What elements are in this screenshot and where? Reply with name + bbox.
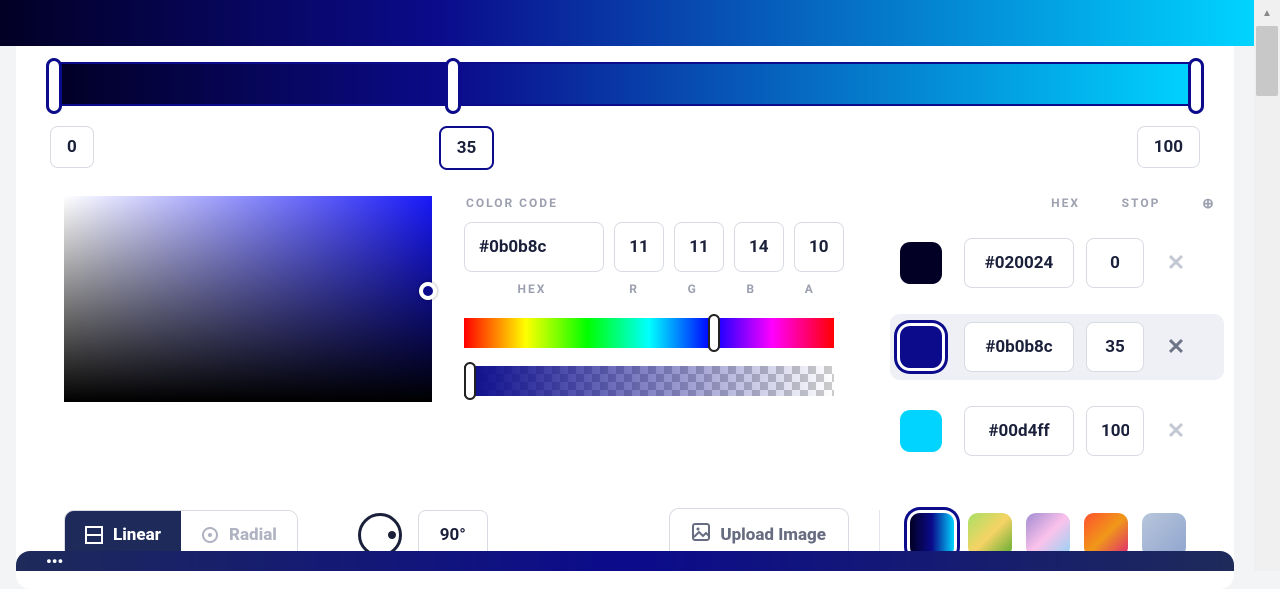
radial-label: Radial xyxy=(229,525,277,545)
alpha-overlay xyxy=(464,366,834,396)
vertical-scrollbar[interactable]: ▲ xyxy=(1254,0,1280,571)
stop-pos-input-1[interactable] xyxy=(1086,322,1144,372)
stop-swatch-2[interactable] xyxy=(900,410,942,452)
image-icon xyxy=(692,523,710,546)
stops-hex-header: HEX xyxy=(950,196,1080,212)
gradient-track[interactable] xyxy=(50,62,1200,106)
delete-stop-icon-0[interactable]: ✕ xyxy=(1164,251,1188,276)
stop-pos-input-2[interactable] xyxy=(1086,406,1144,456)
gradient-preview-banner xyxy=(0,0,1254,46)
delete-stop-icon-2[interactable]: ✕ xyxy=(1164,419,1188,444)
preset-1[interactable] xyxy=(968,513,1012,557)
preset-4[interactable] xyxy=(1142,513,1186,557)
preset-2[interactable] xyxy=(1026,513,1070,557)
footer-bar: ••• xyxy=(16,551,1234,571)
gradient-stop-handle-1[interactable] xyxy=(445,58,461,114)
color-code-label: COLOR CODE xyxy=(466,196,558,210)
stop-row-0: ✕ xyxy=(890,230,1224,296)
preset-3[interactable] xyxy=(1084,513,1128,557)
r-input[interactable] xyxy=(614,222,664,272)
stop-swatch-1[interactable] xyxy=(900,326,942,368)
stop-position-input-1[interactable]: 35 xyxy=(439,126,495,170)
alpha-handle[interactable] xyxy=(464,362,476,400)
scrollbar-thumb[interactable] xyxy=(1256,26,1278,96)
scroll-up-arrow-icon[interactable]: ▲ xyxy=(1254,0,1280,26)
stop-hex-input-0[interactable] xyxy=(964,238,1074,288)
stop-hex-input-1[interactable] xyxy=(964,322,1074,372)
g-sublabel: G xyxy=(668,282,717,296)
hue-slider[interactable] xyxy=(464,318,834,348)
r-sublabel: R xyxy=(610,282,659,296)
linear-label: Linear xyxy=(113,525,161,545)
upload-label: Upload Image xyxy=(720,525,826,545)
g-input[interactable] xyxy=(674,222,724,272)
alpha-slider[interactable] xyxy=(464,366,834,396)
stops-stop-header: STOP xyxy=(1108,196,1174,212)
stop-row-2: ✕ xyxy=(890,398,1224,464)
gradient-stop-handle-0[interactable] xyxy=(46,58,62,114)
sv-cursor[interactable] xyxy=(419,282,437,300)
stop-pos-input-0[interactable] xyxy=(1086,238,1144,288)
hex-input[interactable] xyxy=(464,222,604,272)
hex-sublabel: HEX xyxy=(464,282,600,296)
b-sublabel: B xyxy=(727,282,776,296)
angle-dial[interactable] xyxy=(358,513,402,557)
radial-icon xyxy=(201,526,219,544)
stop-swatch-0[interactable] xyxy=(900,242,942,284)
saturation-value-picker[interactable] xyxy=(64,196,432,402)
hue-handle[interactable] xyxy=(708,314,720,352)
gradient-stop-handle-2[interactable] xyxy=(1188,58,1204,114)
preset-0[interactable] xyxy=(910,513,954,557)
stop-position-input-0[interactable]: 0 xyxy=(50,126,94,168)
add-stop-icon[interactable]: ⊕ xyxy=(1194,196,1224,212)
stop-row-1: ✕ xyxy=(890,314,1224,380)
gradient-editor-panel: 0 35 100 COLOR CODE HEX R G B A xyxy=(16,46,1234,589)
a-sublabel: A xyxy=(785,282,834,296)
b-input[interactable] xyxy=(734,222,784,272)
stop-position-input-2[interactable]: 100 xyxy=(1137,126,1200,168)
stop-hex-input-2[interactable] xyxy=(964,406,1074,456)
linear-icon xyxy=(85,526,103,544)
footer-dots-icon: ••• xyxy=(46,551,166,571)
a-input[interactable] xyxy=(794,222,844,272)
delete-stop-icon-1[interactable]: ✕ xyxy=(1164,335,1188,360)
angle-dial-indicator xyxy=(388,531,396,539)
